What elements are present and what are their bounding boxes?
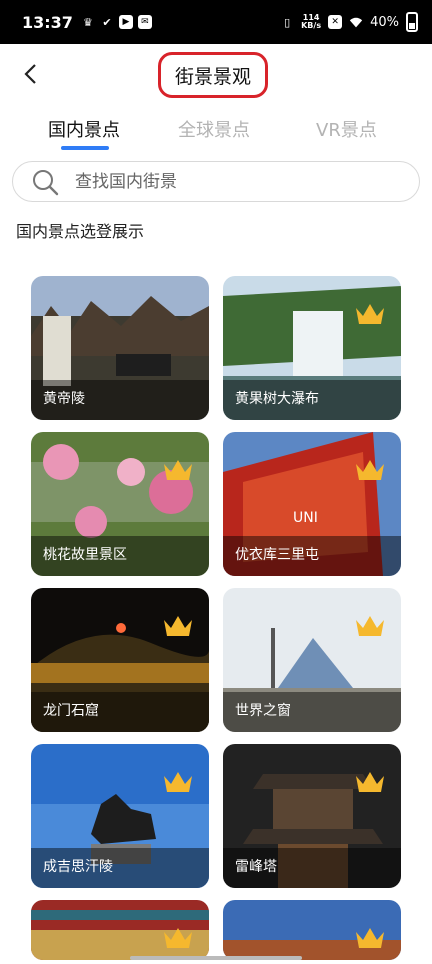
search-input[interactable]	[75, 171, 375, 192]
crown-icon	[356, 928, 384, 948]
battery-percent: 40%	[370, 14, 399, 30]
svg-text:UNI: UNI	[293, 510, 318, 526]
check-notification-icon: ✔	[102, 15, 112, 29]
chevron-left-icon	[24, 64, 36, 84]
card-taohua[interactable]: 桃花故里景区	[31, 432, 209, 576]
app-header: 街景景观	[0, 44, 432, 104]
tab-domestic[interactable]: 国内景点	[48, 116, 120, 142]
play-notification-icon: ▶	[118, 15, 133, 29]
tab-global[interactable]: 全球景点	[178, 116, 250, 142]
vibrate-icon: ▯	[284, 15, 291, 29]
crown-icon	[164, 928, 192, 948]
tab-bar: 国内景点 全球景点 VR景点	[0, 108, 432, 154]
card-partial-right[interactable]	[223, 900, 401, 960]
crown-notification-icon: ♛	[83, 15, 93, 29]
card-label: 雷峰塔	[235, 859, 277, 875]
status-time: 13:37	[22, 12, 73, 32]
crown-icon	[356, 616, 384, 636]
net-speed: 114 KB/s	[301, 14, 321, 30]
section-title: 国内景点选登展示	[16, 222, 145, 241]
crown-icon	[356, 460, 384, 480]
search-icon	[33, 169, 59, 195]
crown-icon	[356, 304, 384, 324]
active-tab-indicator	[61, 146, 109, 150]
crown-icon	[164, 616, 192, 636]
title-highlight-box: 街景景观	[158, 52, 268, 98]
crown-icon	[356, 772, 384, 792]
card-leifeng[interactable]: 雷峰塔	[223, 744, 401, 888]
home-indicator[interactable]	[130, 956, 302, 960]
tab-vr[interactable]: VR景点	[316, 116, 377, 142]
card-label: 黄果树大瀑布	[235, 391, 319, 407]
card-label: 世界之窗	[235, 703, 291, 719]
card-chengjisihan[interactable]: 成吉思汗陵	[31, 744, 209, 888]
wifi-icon	[349, 15, 363, 29]
card-label: 龙门石窟	[43, 703, 99, 719]
crown-icon	[164, 772, 192, 792]
status-notification-icons: ♛ ✔ ▶ ✉	[81, 15, 152, 29]
card-longmen[interactable]: 龙门石窟	[31, 588, 209, 732]
back-button[interactable]	[16, 60, 44, 88]
card-huangguoshu[interactable]: 黄果树大瀑布	[223, 276, 401, 420]
card-label: 优衣库三里屯	[235, 547, 319, 563]
card-label: 成吉思汗陵	[43, 859, 113, 875]
sim-off-icon: ✕	[328, 15, 343, 29]
battery-icon	[406, 12, 418, 32]
card-label: 黄帝陵	[43, 391, 85, 407]
mail-notification-icon: ✉	[137, 15, 152, 29]
card-partial-left[interactable]	[31, 900, 209, 960]
card-shijiezhichuang[interactable]: 世界之窗	[223, 588, 401, 732]
page-title: 街景景观	[174, 65, 251, 88]
card-huangdiling[interactable]: 黄帝陵	[31, 276, 209, 420]
crown-icon	[164, 460, 192, 480]
status-bar: 13:37 ♛ ✔ ▶ ✉ ▯ 114 KB/s ✕ 40%	[0, 0, 432, 44]
search-bar[interactable]	[12, 161, 420, 202]
status-right: ▯ 114 KB/s ✕ 40%	[280, 12, 418, 32]
card-uniqlo[interactable]: UNI 优衣库三里屯	[223, 432, 401, 576]
card-label: 桃花故里景区	[43, 547, 127, 563]
net-speed-unit: KB/s	[301, 21, 322, 30]
